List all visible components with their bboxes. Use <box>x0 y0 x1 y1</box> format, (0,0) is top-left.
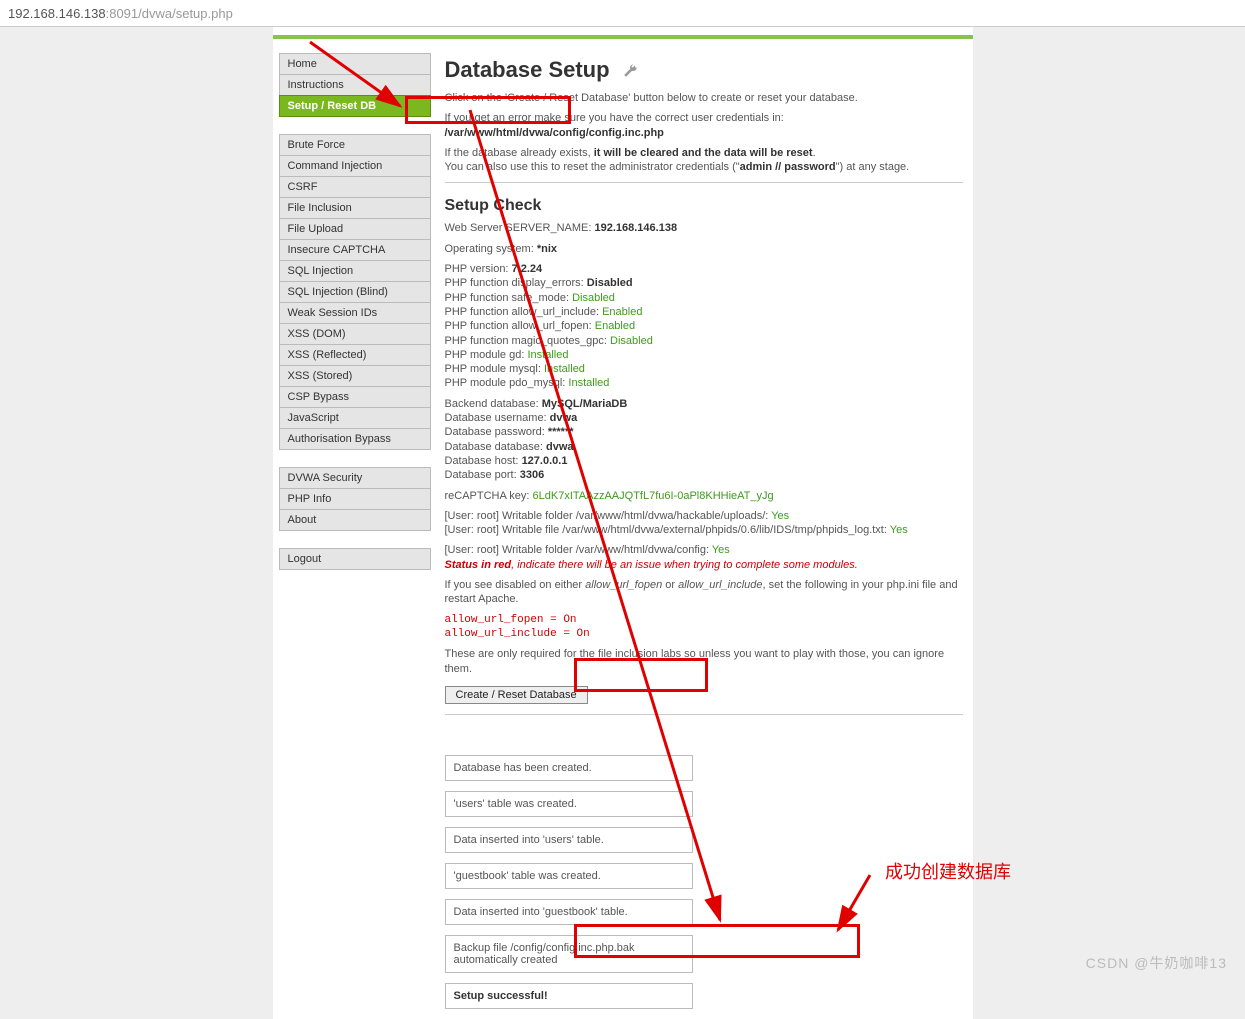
menu-item-xss-dom-[interactable]: XSS (DOM) <box>279 323 431 345</box>
create-reset-db-button[interactable]: Create / Reset Database <box>445 686 588 704</box>
main-content: Database Setup Click on the 'Create / Re… <box>445 53 963 1019</box>
required-note: These are only required for the file inc… <box>445 647 963 676</box>
menu-item-logout[interactable]: Logout <box>279 548 431 570</box>
sidebar-menu: HomeInstructionsSetup / Reset DB Brute F… <box>279 53 431 587</box>
db-block: Backend database: MySQL/MariaDB Database… <box>445 397 963 483</box>
menu-item-about[interactable]: About <box>279 509 431 531</box>
menu-item-dvwa-security[interactable]: DVWA Security <box>279 467 431 489</box>
status-message: Data inserted into 'guestbook' table. <box>445 899 693 925</box>
ini-lines: allow_url_fopen = Onallow_url_include = … <box>445 613 963 642</box>
status-message: Data inserted into 'users' table. <box>445 827 693 853</box>
page-title: Database Setup <box>445 57 963 83</box>
menu-item-home[interactable]: Home <box>279 53 431 75</box>
menu-item-sql-injection[interactable]: SQL Injection <box>279 260 431 282</box>
status-message: 'users' table was created. <box>445 791 693 817</box>
php-block: PHP version: 7.2.24 PHP function display… <box>445 262 963 391</box>
menu-item-instructions[interactable]: Instructions <box>279 74 431 96</box>
menu-item-weak-session-ids[interactable]: Weak Session IDs <box>279 302 431 324</box>
status-message: Backup file /config/config.inc.php.bak a… <box>445 935 693 973</box>
disabled-note: If you see disabled on either allow_url_… <box>445 578 963 607</box>
menu-item-php-info[interactable]: PHP Info <box>279 488 431 510</box>
divider <box>445 182 963 183</box>
url-path: :8091/dvwa/setup.php <box>106 6 233 21</box>
intro-line1: Click on the 'Create / Reset Database' b… <box>445 91 963 105</box>
server-name: Web Server SERVER_NAME: 192.168.146.138 <box>445 221 963 235</box>
setup-check-heading: Setup Check <box>445 197 963 215</box>
status-message: 'guestbook' table was created. <box>445 863 693 889</box>
menu-item-file-inclusion[interactable]: File Inclusion <box>279 197 431 219</box>
menu-item-sql-injection-blind-[interactable]: SQL Injection (Blind) <box>279 281 431 303</box>
menu-item-file-upload[interactable]: File Upload <box>279 218 431 240</box>
os: Operating system: *nix <box>445 242 963 256</box>
menu-item-authorisation-bypass[interactable]: Authorisation Bypass <box>279 428 431 450</box>
wrench-icon <box>622 59 638 75</box>
status-success: Setup successful! <box>445 983 693 1009</box>
brand-bar <box>273 35 973 39</box>
url-host: 192.168.146.138 <box>8 6 106 21</box>
divider-bottom <box>445 714 963 715</box>
writable-block: [User: root] Writable folder /var/www/ht… <box>445 509 963 538</box>
menu-item-brute-force[interactable]: Brute Force <box>279 134 431 156</box>
status-messages: Database has been created. 'users' table … <box>445 755 963 973</box>
intro-line2: If you get an error make sure you have t… <box>445 111 963 140</box>
recaptcha: reCAPTCHA key: 6LdK7xITAAzzAAJQTfL7fu6I-… <box>445 489 963 503</box>
menu-item-javascript[interactable]: JavaScript <box>279 407 431 429</box>
menu-item-xss-stored-[interactable]: XSS (Stored) <box>279 365 431 387</box>
menu-item-setup-reset-db[interactable]: Setup / Reset DB <box>279 95 431 117</box>
writable-config: [User: root] Writable folder /var/www/ht… <box>445 543 963 572</box>
address-bar[interactable]: 192.168.146.138:8091/dvwa/setup.php <box>0 0 1245 27</box>
watermark: CSDN @牛奶咖啡13 <box>1086 953 1227 973</box>
intro-exists: If the database already exists, it will … <box>445 146 963 175</box>
page-container: HomeInstructionsSetup / Reset DB Brute F… <box>273 27 973 1019</box>
status-message: Database has been created. <box>445 755 693 781</box>
menu-item-csp-bypass[interactable]: CSP Bypass <box>279 386 431 408</box>
menu-item-xss-reflected-[interactable]: XSS (Reflected) <box>279 344 431 366</box>
menu-item-command-injection[interactable]: Command Injection <box>279 155 431 177</box>
menu-item-insecure-captcha[interactable]: Insecure CAPTCHA <box>279 239 431 261</box>
menu-item-csrf[interactable]: CSRF <box>279 176 431 198</box>
